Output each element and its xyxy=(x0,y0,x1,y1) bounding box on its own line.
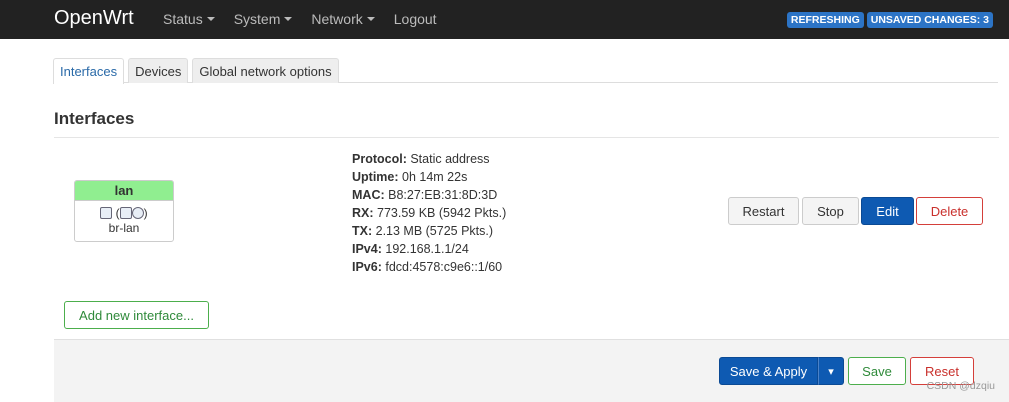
value-uptime: 0h 14m 22s xyxy=(402,170,468,184)
caret-down-icon xyxy=(366,17,375,21)
watermark: CSDN @dzqiu xyxy=(926,380,995,392)
main-menu: Status System Network Logout xyxy=(163,11,456,27)
caret-down-icon xyxy=(284,17,293,21)
menu-status[interactable]: Status xyxy=(163,11,215,27)
interface-name: lan xyxy=(75,181,173,201)
tab-interfaces[interactable]: Interfaces xyxy=(53,58,125,84)
info-rx: RX: 773.59 KB (5942 Pkts.) xyxy=(352,204,506,222)
value-ipv4: 192.168.1.1/24 xyxy=(385,242,469,256)
caret-down-icon xyxy=(206,17,215,21)
interface-info: Protocol: Static address Uptime: 0h 14m … xyxy=(352,150,506,276)
menu-network[interactable]: Network xyxy=(311,11,375,27)
menu-logout-label: Logout xyxy=(393,11,437,27)
label-ipv4: IPv4: xyxy=(352,242,382,256)
menu-system-label: System xyxy=(233,11,281,27)
tab-bar: Interfaces Devices Global network option… xyxy=(53,58,998,84)
status-badges: REFRESHING UNSAVED CHANGES: 3 xyxy=(786,12,993,28)
value-mac: B8:27:EB:31:8D:3D xyxy=(388,188,498,202)
brand-logo[interactable]: OpenWrt xyxy=(54,7,134,30)
menu-status-label: Status xyxy=(163,11,203,27)
label-protocol: Protocol: xyxy=(352,152,407,166)
info-tx: TX: 2.13 MB (5725 Pkts.) xyxy=(352,222,506,240)
bridge-port-icon xyxy=(119,207,132,219)
top-navbar: OpenWrt Status System Network Logout REF… xyxy=(0,0,1009,39)
unsaved-changes-badge[interactable]: UNSAVED CHANGES: 3 xyxy=(866,12,993,28)
add-interface-button[interactable]: Add new interface... xyxy=(64,301,209,329)
info-ipv6: IPv6: fdcd:4578:c9e6::1/60 xyxy=(352,258,506,276)
wireless-icon xyxy=(131,207,144,219)
refreshing-badge[interactable]: REFRESHING xyxy=(786,12,864,28)
value-tx: 2.13 MB (5725 Pkts.) xyxy=(375,224,494,238)
save-apply-dropdown-icon[interactable]: ▾ xyxy=(818,357,844,385)
info-protocol: Protocol: Static address xyxy=(352,150,506,168)
label-rx: RX: xyxy=(352,206,374,220)
interface-badge: lan () br-lan xyxy=(74,180,174,242)
label-uptime: Uptime: xyxy=(352,170,399,184)
menu-network-label: Network xyxy=(311,11,363,27)
info-mac: MAC: B8:27:EB:31:8D:3D xyxy=(352,186,506,204)
section-title: Interfaces xyxy=(54,109,135,128)
network-interface-icon xyxy=(100,207,113,219)
restart-button[interactable]: Restart xyxy=(728,197,799,225)
delete-button[interactable]: Delete xyxy=(916,197,983,225)
value-ipv6: fdcd:4578:c9e6::1/60 xyxy=(385,260,503,274)
save-button[interactable]: Save xyxy=(848,357,906,385)
info-uptime: Uptime: 0h 14m 22s xyxy=(352,168,506,186)
label-mac: MAC: xyxy=(352,188,385,202)
interface-icons: () xyxy=(75,206,173,220)
section-divider xyxy=(54,137,999,138)
label-tx: TX: xyxy=(352,224,373,238)
info-ipv4: IPv4: 192.168.1.1/24 xyxy=(352,240,506,258)
menu-system[interactable]: System xyxy=(234,11,293,27)
save-apply-button[interactable]: Save & Apply xyxy=(719,357,818,385)
menu-logout[interactable]: Logout xyxy=(394,11,437,27)
value-protocol: Static address xyxy=(410,152,490,166)
stop-button[interactable]: Stop xyxy=(802,197,859,225)
tab-global-network-options[interactable]: Global network options xyxy=(192,58,339,83)
label-ipv6: IPv6: xyxy=(352,260,382,274)
edit-button[interactable]: Edit xyxy=(861,197,914,225)
tab-devices[interactable]: Devices xyxy=(128,58,189,83)
interface-device: br-lan xyxy=(108,221,140,235)
value-rx: 773.59 KB (5942 Pkts.) xyxy=(377,206,507,220)
icons-close-paren: ) xyxy=(143,206,148,220)
